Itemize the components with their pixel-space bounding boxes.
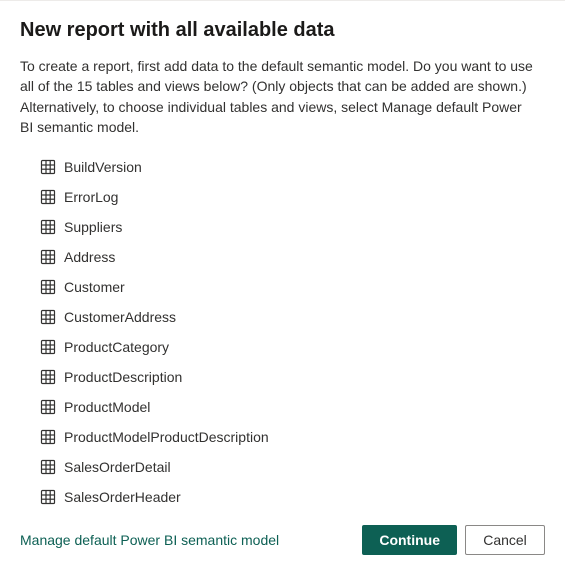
dialog-description: To create a report, first add data to th…	[20, 56, 537, 137]
table-label: ErrorLog	[64, 189, 118, 205]
table-icon	[40, 459, 56, 475]
continue-button[interactable]: Continue	[362, 525, 457, 555]
table-label: SalesOrderDetail	[64, 459, 171, 475]
cancel-button[interactable]: Cancel	[465, 525, 545, 555]
table-icon	[40, 279, 56, 295]
table-item: CustomerAddress	[40, 307, 537, 327]
table-item: ProductModelProductDescription	[40, 427, 537, 447]
table-icon	[40, 219, 56, 235]
dialog-content[interactable]: To create a report, first add data to th…	[20, 56, 545, 507]
table-icon	[40, 249, 56, 265]
table-label: ProductDescription	[64, 369, 182, 385]
table-item: ProductDescription	[40, 367, 537, 387]
table-item: ProductCategory	[40, 337, 537, 357]
dialog-footer: Manage default Power BI semantic model C…	[20, 507, 545, 555]
table-label: SalesOrderHeader	[64, 489, 181, 505]
button-row: Continue Cancel	[362, 525, 545, 555]
table-icon	[40, 369, 56, 385]
table-label: CustomerAddress	[64, 309, 176, 325]
table-item: ProductModel	[40, 397, 537, 417]
table-item: SalesOrderHeader	[40, 487, 537, 507]
table-icon	[40, 399, 56, 415]
table-icon	[40, 339, 56, 355]
table-label: Suppliers	[64, 219, 122, 235]
table-label: ProductCategory	[64, 339, 169, 355]
table-label: Address	[64, 249, 115, 265]
table-icon	[40, 309, 56, 325]
manage-link[interactable]: Manage default Power BI semantic model	[20, 532, 279, 548]
table-list: BuildVersion ErrorLog Suppliers Address …	[20, 157, 537, 507]
table-item: Customer	[40, 277, 537, 297]
dialog: New report with all available data To cr…	[0, 1, 565, 571]
table-label: BuildVersion	[64, 159, 142, 175]
table-label: ProductModel	[64, 399, 150, 415]
table-item: ErrorLog	[40, 187, 537, 207]
table-icon	[40, 159, 56, 175]
table-icon	[40, 489, 56, 505]
dialog-title: New report with all available data	[20, 19, 545, 42]
table-icon	[40, 189, 56, 205]
table-item: SalesOrderDetail	[40, 457, 537, 477]
dialog-header: New report with all available data	[20, 19, 545, 42]
table-item: BuildVersion	[40, 157, 537, 177]
table-icon	[40, 429, 56, 445]
table-label: ProductModelProductDescription	[64, 429, 269, 445]
table-label: Customer	[64, 279, 125, 295]
table-item: Suppliers	[40, 217, 537, 237]
table-item: Address	[40, 247, 537, 267]
